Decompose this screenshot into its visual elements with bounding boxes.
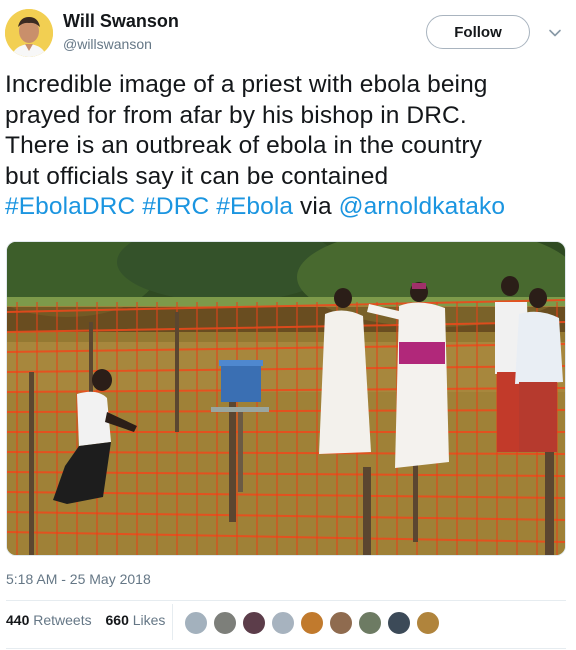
divider — [6, 648, 566, 649]
liker-avatar[interactable] — [300, 611, 324, 635]
follow-button[interactable]: Follow — [426, 15, 530, 49]
retweets-stat[interactable]: 440 Retweets — [6, 612, 92, 628]
divider — [6, 600, 566, 601]
engagement-stats: 440 Retweets 660 Likes — [6, 612, 175, 628]
retweets-count: 440 — [6, 612, 30, 628]
tweet-line: Incredible image of a priest with ebola … — [5, 71, 488, 98]
via-text: via — [300, 193, 332, 220]
author-name[interactable]: Will Swanson — [63, 11, 179, 32]
tweet-line-links: #EbolaDRC #DRC #Ebola via @arnoldkatako — [5, 192, 571, 223]
tweet-header: Will Swanson @willswanson Follow — [0, 0, 576, 66]
stats-separator — [172, 604, 173, 640]
hashtag-link[interactable]: #DRC — [142, 193, 209, 220]
retweets-label: Retweets — [33, 612, 92, 628]
chevron-down-icon[interactable] — [548, 26, 562, 40]
liker-avatar[interactable] — [387, 611, 411, 635]
mention-link[interactable]: @arnoldkatako — [339, 193, 505, 220]
liker-avatar[interactable] — [358, 611, 382, 635]
tweet-line: but officials say it can be contained — [5, 162, 389, 190]
author-avatar[interactable] — [5, 9, 53, 57]
liker-avatar[interactable] — [242, 611, 266, 635]
tweet-line: There is an outbreak of ebola in the cou… — [5, 132, 482, 159]
liker-avatar[interactable] — [416, 611, 440, 635]
liker-avatar[interactable] — [271, 611, 295, 635]
tweet-photo[interactable] — [6, 241, 566, 556]
hashtag-link[interactable]: #Ebola — [216, 193, 293, 220]
tweet-timestamp[interactable]: 5:18 AM - 25 May 2018 — [6, 571, 151, 587]
liker-avatar[interactable] — [184, 611, 208, 635]
tweet-line: prayed for from afar by his bishop in DR… — [5, 101, 467, 129]
author-handle[interactable]: @willswanson — [63, 36, 152, 52]
liker-avatar[interactable] — [329, 611, 353, 635]
likes-count: 660 — [105, 612, 129, 628]
liker-avatar[interactable] — [213, 611, 237, 635]
likes-stat[interactable]: 660 Likes — [106, 612, 166, 628]
likes-label: Likes — [132, 612, 166, 628]
hashtag-link[interactable]: #EbolaDRC — [5, 193, 135, 220]
tweet-text: Incredible image of a priest with ebola … — [5, 70, 571, 223]
